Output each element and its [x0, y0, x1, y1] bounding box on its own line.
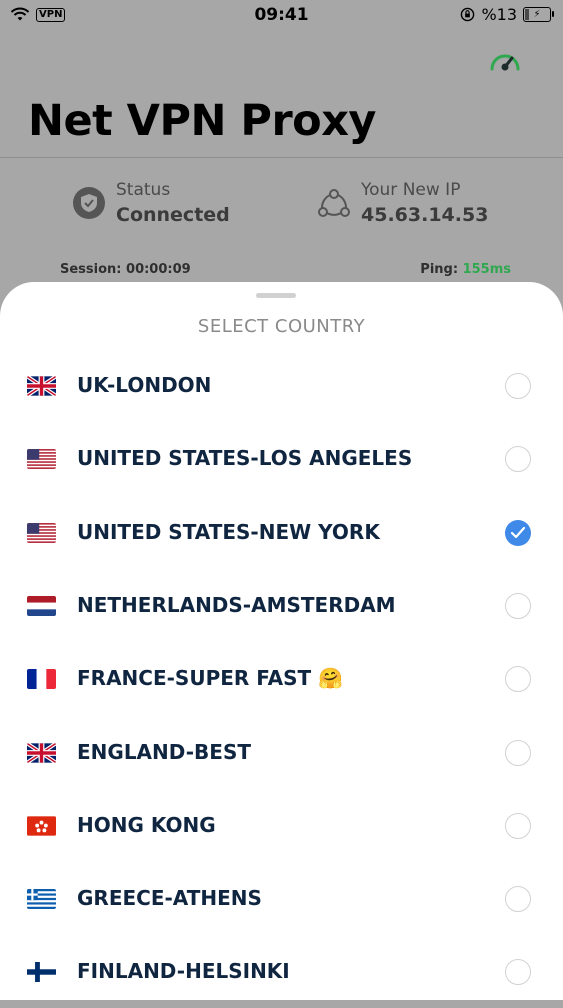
country-label: HONG KONG [77, 812, 216, 837]
status-value: Connected [116, 204, 230, 226]
network-icon [318, 189, 350, 217]
country-label: NETHERLANDS-AMSTERDAM [77, 592, 396, 617]
netherlands-flag-icon [27, 595, 56, 616]
shield-check-icon [73, 187, 105, 219]
ping-readout: Ping: 155ms [420, 262, 511, 277]
battery-percentage: %13 [481, 5, 517, 24]
speedometer-icon[interactable] [488, 45, 522, 75]
radio-button[interactable] [505, 886, 531, 913]
status-bar: VPN 09:41 %13 ⚡ [0, 0, 563, 30]
country-label: FRANCE-SUPER FAST 🤗 [77, 666, 344, 691]
ip-label: Your New IP [361, 180, 461, 200]
radio-button[interactable] [505, 812, 531, 839]
country-row[interactable]: UK-LONDON [0, 349, 563, 422]
radio-button[interactable] [505, 666, 531, 693]
country-label: ENGLAND-BEST [77, 739, 252, 764]
uk-flag-icon [27, 376, 56, 396]
ping-value: 155ms [462, 262, 511, 277]
ip-value: 45.63.14.53 [361, 204, 489, 226]
country-label: FINLAND-HELSINKI [77, 959, 290, 984]
sheet-drag-handle[interactable] [256, 293, 296, 298]
finland-flag-icon [27, 962, 56, 983]
battery-icon: ⚡ [523, 7, 554, 22]
country-label: UNITED STATES-NEW YORK [77, 519, 380, 544]
status-label: Status [116, 180, 171, 200]
country-row[interactable]: NETHERLANDS-AMSTERDAM [0, 569, 563, 642]
france-flag-icon [27, 669, 56, 690]
checkmark-icon [511, 526, 525, 538]
hong-kong-flag-icon [27, 816, 56, 836]
country-row[interactable]: FRANCE-SUPER FAST 🤗 [0, 642, 563, 715]
status-panel: Status Connected [72, 180, 230, 226]
country-label: UNITED STATES-LOS ANGELES [77, 446, 413, 471]
radio-button[interactable] [505, 446, 531, 473]
orientation-lock-icon [461, 7, 475, 22]
country-row[interactable]: ENGLAND-BEST [0, 716, 563, 789]
header-divider [0, 157, 563, 158]
ip-panel: Your New IP 45.63.14.53 [317, 180, 488, 226]
country-row[interactable]: HONG KONG [0, 789, 563, 862]
sheet-title: SELECT COUNTRY [197, 316, 366, 337]
app-title: Net VPN Proxy [28, 96, 376, 146]
radio-button[interactable] [505, 373, 531, 399]
radio-button[interactable] [505, 739, 531, 766]
country-label: UK-LONDON [77, 373, 212, 397]
radio-selected[interactable] [505, 519, 531, 546]
ping-label: Ping: [420, 262, 463, 277]
country-selection-sheet: SELECT COUNTRY UK-LONDON UNITED STATES-LO… [0, 282, 563, 1000]
uk-flag-icon [27, 742, 56, 763]
country-row[interactable]: UNITED STATES-NEW YORK [0, 496, 563, 569]
greece-flag-icon [27, 889, 56, 910]
us-flag-icon [27, 522, 56, 543]
radio-button[interactable] [505, 592, 531, 619]
us-flag-icon [27, 449, 56, 470]
country-row[interactable]: FINLAND-HELSINKI [0, 935, 563, 1008]
radio-button[interactable] [505, 959, 531, 986]
session-timer: Session: 00:00:09 [60, 262, 191, 277]
country-row[interactable]: GREECE-ATHENS [0, 862, 563, 935]
country-row[interactable]: UNITED STATES-LOS ANGELES [0, 422, 563, 495]
country-label: GREECE-ATHENS [77, 886, 262, 911]
